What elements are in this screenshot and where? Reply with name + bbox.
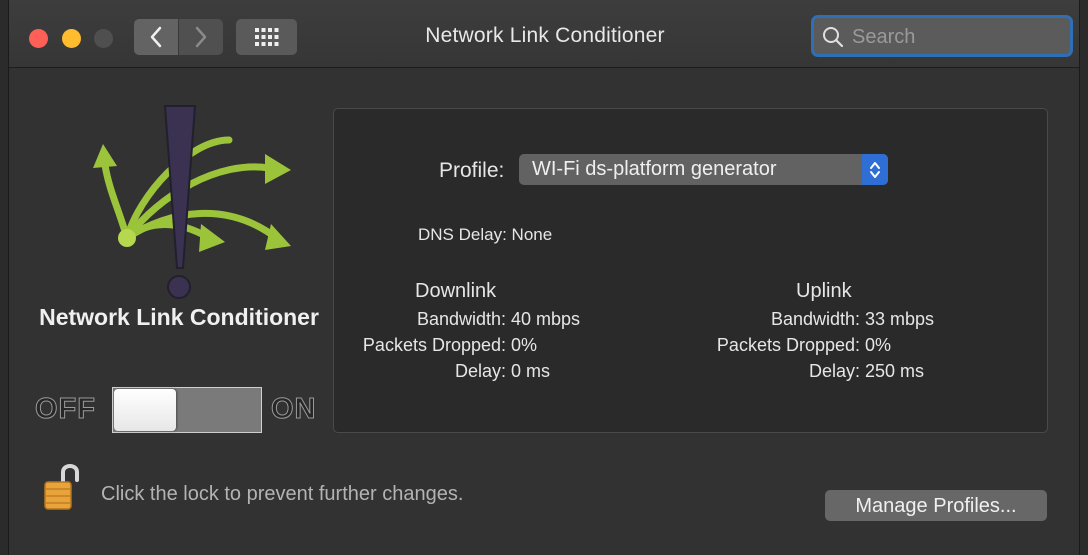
uplink-dropped-label: Packets Dropped:: [716, 335, 860, 355]
uplink-dropped-row: Packets Dropped: 0%: [698, 335, 891, 356]
profile-selected-value: WI-Fi ds-platform generator: [532, 158, 777, 180]
dns-delay-value: None: [511, 225, 553, 244]
dns-delay-row: DNS Delay: None: [418, 225, 552, 245]
unlocked-lock-icon[interactable]: [43, 460, 79, 512]
on-off-switch[interactable]: [112, 387, 262, 433]
downlink-delay-label: Delay:: [454, 361, 506, 381]
downlink-delay-row: Delay: 0 ms: [344, 361, 550, 382]
preferences-window: Network Link Conditioner Network Link C: [8, 0, 1080, 555]
dns-delay-label: DNS Delay:: [418, 225, 507, 244]
uplink-dropped-value: 0%: [865, 335, 892, 355]
manage-profiles-button[interactable]: Manage Profiles...: [825, 490, 1047, 521]
uplink-delay-value: 250 ms: [865, 361, 925, 381]
app-name-label: Network Link Conditioner: [39, 304, 319, 330]
downlink-bandwidth-value: 40 mbps: [511, 309, 581, 329]
on-label: ON: [271, 393, 317, 426]
title-bar: Network Link Conditioner: [9, 0, 1079, 68]
profile-settings-panel: Profile: WI-Fi ds-platform generator DNS…: [333, 108, 1048, 433]
search-field[interactable]: [811, 15, 1073, 57]
profile-popup-button[interactable]: WI-Fi ds-platform generator: [519, 154, 888, 185]
uplink-delay-row: Delay: 250 ms: [698, 361, 924, 382]
downlink-bandwidth-row: Bandwidth: 40 mbps: [344, 309, 580, 330]
search-icon: [823, 27, 844, 48]
uplink-bandwidth-value: 33 mbps: [865, 309, 935, 329]
network-link-conditioner-logo: [93, 105, 291, 299]
profile-label: Profile:: [439, 159, 505, 182]
switch-knob[interactable]: [114, 389, 176, 431]
up-down-arrows-icon: [862, 154, 888, 185]
off-label: OFF: [35, 393, 96, 426]
lock-hint-text: Click the lock to prevent further change…: [101, 483, 464, 505]
downlink-dropped-value: 0%: [511, 335, 538, 355]
uplink-bandwidth-row: Bandwidth: 33 mbps: [698, 309, 934, 330]
downlink-heading: Downlink: [415, 280, 497, 302]
downlink-dropped-label: Packets Dropped:: [362, 335, 506, 355]
uplink-bandwidth-label: Bandwidth:: [770, 309, 860, 329]
search-input[interactable]: [850, 22, 1064, 52]
downlink-bandwidth-label: Bandwidth:: [416, 309, 506, 329]
uplink-heading: Uplink: [796, 280, 852, 302]
downlink-delay-value: 0 ms: [511, 361, 551, 381]
uplink-delay-label: Delay:: [808, 361, 860, 381]
downlink-dropped-row: Packets Dropped: 0%: [344, 335, 537, 356]
